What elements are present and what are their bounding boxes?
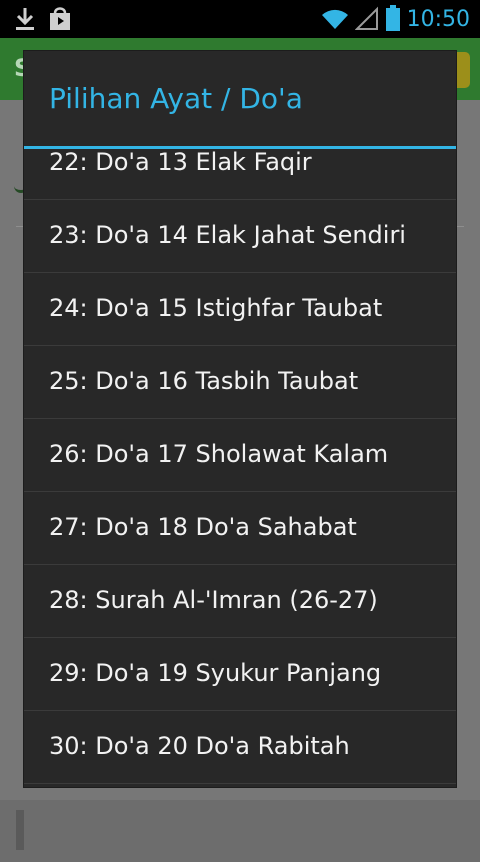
- list-item[interactable]: 29: Do'a 19 Syukur Panjang: [24, 638, 456, 711]
- dialog-list-content: 22: Do'a 13 Elak Faqir 23: Do'a 14 Elak …: [24, 149, 456, 784]
- selection-dialog: Pilihan Ayat / Do'a 22: Do'a 13 Elak Faq…: [24, 51, 456, 787]
- store-bag-icon: [48, 6, 72, 36]
- list-item-label: 23: Do'a 14 Elak Jahat Sendiri: [49, 221, 406, 249]
- list-item[interactable]: 23: Do'a 14 Elak Jahat Sendiri: [24, 200, 456, 273]
- list-item[interactable]: 30: Do'a 20 Do'a Rabitah: [24, 711, 456, 784]
- list-item-label: 30: Do'a 20 Do'a Rabitah: [49, 732, 350, 760]
- dialog-title-bar: Pilihan Ayat / Do'a: [24, 51, 456, 146]
- wifi-icon: [321, 5, 349, 35]
- list-item-label: 24: Do'a 15 Istighfar Taubat: [49, 294, 383, 322]
- notification-icons: [14, 6, 72, 36]
- list-item[interactable]: 28: Surah Al-'Imran (26-27): [24, 565, 456, 638]
- download-icon: [14, 6, 36, 36]
- list-item-label: 28: Surah Al-'Imran (26-27): [49, 586, 378, 614]
- signal-icon: [354, 5, 379, 35]
- list-item[interactable]: 26: Do'a 17 Sholawat Kalam: [24, 419, 456, 492]
- battery-icon: [385, 4, 401, 36]
- list-item-label: 26: Do'a 17 Sholawat Kalam: [49, 440, 389, 468]
- dialog-title: Pilihan Ayat / Do'a: [49, 82, 303, 115]
- app-bottom-bar: [0, 800, 480, 862]
- list-item-label: 22: Do'a 13 Elak Faqir: [49, 149, 312, 176]
- list-item[interactable]: 25: Do'a 16 Tasbih Taubat: [24, 346, 456, 419]
- list-item[interactable]: 27: Do'a 18 Do'a Sahabat: [24, 492, 456, 565]
- list-item-label: 27: Do'a 18 Do'a Sahabat: [49, 513, 357, 541]
- list-item-label: 29: Do'a 19 Syukur Panjang: [49, 659, 382, 687]
- dialog-list[interactable]: 22: Do'a 13 Elak Faqir 23: Do'a 14 Elak …: [24, 149, 456, 787]
- list-item-label: 25: Do'a 16 Tasbih Taubat: [49, 367, 359, 395]
- list-item[interactable]: 22: Do'a 13 Elak Faqir: [24, 149, 456, 200]
- list-item[interactable]: 24: Do'a 15 Istighfar Taubat: [24, 273, 456, 346]
- clock: 10:50: [406, 7, 470, 32]
- app-bottom-handle: [16, 810, 24, 850]
- system-icons: 10:50: [321, 4, 470, 36]
- status-bar: 10:50: [0, 0, 480, 38]
